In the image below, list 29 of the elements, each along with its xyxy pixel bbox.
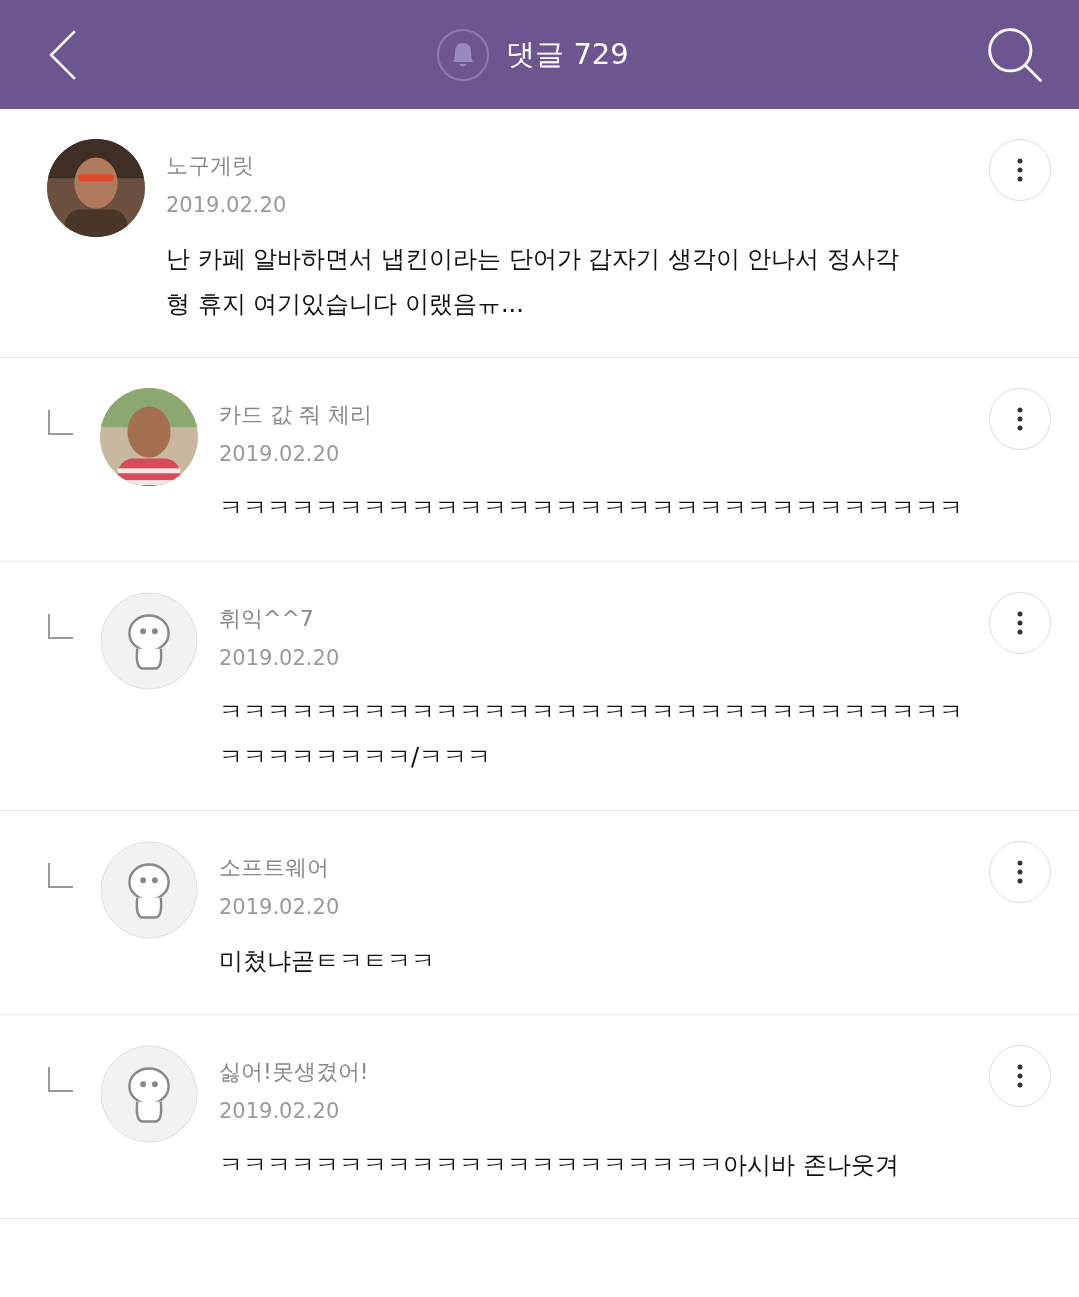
comment-text: 난 카페 알바하면서 냅킨이라는 단어가 갑자기 생각이 안나서 정사각형 휴지 여기있습니다 이랬음ㅠ... bbox=[166, 244, 901, 320]
comment-date: 2019.02.20 bbox=[166, 193, 287, 217]
author-name[interactable]: 카드 값 줘 체리 bbox=[219, 400, 372, 430]
author-name[interactable]: 휘익^^7 bbox=[219, 604, 314, 634]
reply-indicator-icon bbox=[47, 612, 75, 640]
comment-text: ㅋㅋㅋㅋㅋㅋㅋㅋㅋㅋㅋㅋㅋㅋㅋㅋㅋㅋㅋㅋㅋㅋㅋㅋㅋㅋㅋㅋㅋㅋㅋ bbox=[219, 493, 963, 524]
header-title: 댓글 729 bbox=[506, 35, 629, 73]
default-avatar-icon bbox=[100, 841, 198, 939]
reply-indicator-icon bbox=[47, 861, 75, 889]
bell-icon[interactable] bbox=[436, 27, 491, 82]
default-avatar-icon bbox=[100, 1045, 198, 1143]
more-icon bbox=[1017, 407, 1023, 431]
comment-date: 2019.02.20 bbox=[219, 646, 340, 670]
author-name[interactable]: 노구게릿 bbox=[166, 151, 254, 181]
author-name[interactable]: 소프트웨어 bbox=[219, 853, 329, 883]
more-icon bbox=[1017, 611, 1023, 635]
comment-date: 2019.02.20 bbox=[219, 442, 340, 466]
comment-text: ㅋㅋㅋㅋㅋㅋㅋㅋㅋㅋㅋㅋㅋㅋㅋㅋㅋㅋㅋㅋㅋ아시바 존나웃겨 bbox=[219, 1150, 899, 1181]
default-avatar-icon bbox=[100, 592, 198, 690]
more-icon bbox=[1017, 1064, 1023, 1088]
reply-indicator-icon bbox=[47, 408, 75, 436]
comment-text: ㅋㅋㅋㅋㅋㅋㅋㅋㅋㅋㅋㅋㅋㅋㅋㅋㅋㅋㅋㅋㅋㅋㅋㅋㅋㅋㅋㅋㅋㅋㅋㅋㅋㅋㅋㅋㅋㅋㅋ/ㅋㅋㅋ bbox=[219, 697, 964, 773]
comment-date: 2019.02.20 bbox=[219, 1099, 340, 1123]
more-icon bbox=[1017, 860, 1023, 884]
more-icon bbox=[1017, 158, 1023, 182]
reply-indicator-icon bbox=[47, 1065, 75, 1093]
comment-date: 2019.02.20 bbox=[219, 895, 340, 919]
comment-text: 미쳤냐곧ㅌㅋㅌㅋㅋ bbox=[219, 946, 435, 977]
author-name[interactable]: 싫어!못생겼어! bbox=[219, 1057, 369, 1087]
